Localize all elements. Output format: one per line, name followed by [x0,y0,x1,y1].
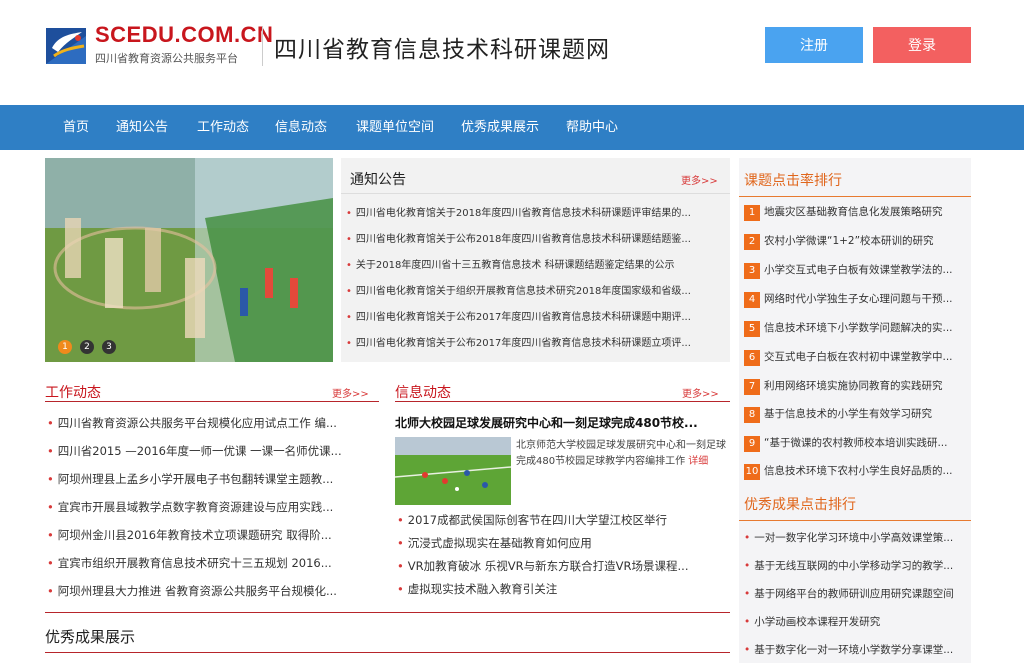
rank-item[interactable]: 6 交互式电子白板在农村初中课堂教学中... [744,349,969,366]
work-news-item[interactable]: • 宜宾市开展县域教学点数字教育资源建设与应用实践... [47,499,377,515]
nav-item-home[interactable]: 首页 [63,105,89,150]
work-news-more-link[interactable]: 更多>> [332,385,369,400]
nav-item-work-news[interactable]: 工作动态 [197,105,249,150]
notice-item[interactable]: • 四川省电化教育馆关于公布2018年度四川省教育信息技术科研课题结题鉴... [346,230,726,245]
info-news-item[interactable]: • 2017成都武侯国际创客节在四川大学望江校区举行 [397,512,727,528]
info-news-item[interactable]: • 沉浸式虚拟现实在基础教育如何应用 [397,535,727,551]
work-news-item[interactable]: • 宜宾市组织开展教育信息技术研究十三五规划 2016... [47,555,377,571]
banner-image [45,158,333,362]
carousel-dot-2[interactable]: 2 [80,340,94,354]
notice-title: 通知公告 [350,172,406,188]
achieve-rank-item[interactable]: • 基于网络平台的教师研训应用研究课题空间 [744,586,969,601]
info-detail-link[interactable]: 详细 [688,456,708,467]
rank-item[interactable]: 8 基于信息技术的小学生有效学习研究 [744,406,969,423]
login-button[interactable]: 登录 [873,27,971,63]
notice-more-link[interactable]: 更多>> [681,172,718,187]
notice-item[interactable]: • 四川省电化教育馆关于公布2017年度四川省教育信息技术科研课题立项评... [346,334,726,349]
achieve-rank-divider [739,520,971,521]
info-headline[interactable]: 北师大校园足球发展研究中心和一刻足球完成480节校... [395,414,727,431]
notice-item[interactable]: • 四川省电化教育馆关于2018年度四川省教育信息技术科研课题评审结果的... [346,204,726,219]
info-news-item[interactable]: • VR加教育破冰 乐视VR与新东方联合打造VR场景课程... [397,558,727,574]
nav-item-help[interactable]: 帮助中心 [566,105,618,150]
work-news-title: 工作动态 [45,385,101,401]
info-news-title: 信息动态 [395,385,451,401]
notice-panel: 通知公告 更多>> • 四川省电化教育馆关于2018年度四川省教育信息技术科研课题… [341,158,730,362]
site-title: 四川省教育信息技术科研课题网 [274,37,610,63]
rank-item[interactable]: 4 网络时代小学独生子女心理问题与干预... [744,291,969,308]
rank-item[interactable]: 9 “基于微课的农村教师校本培训实践研... [744,435,969,452]
notice-item[interactable]: • 四川省电化教育馆关于公布2017年度四川省教育信息技术科研课题中期评... [346,308,726,323]
rank-item[interactable]: 10 信息技术环境下农村小学生良好品质的... [744,463,969,480]
rank-item[interactable]: 1 地震灾区基础教育信息化发展策略研究 [744,204,969,221]
info-headline-image[interactable] [395,437,511,505]
sidebar: 课题点击率排行 1 地震灾区基础教育信息化发展策略研究 2 农村小学微课“1+2”校… [739,158,971,663]
rank-item[interactable]: 5 信息技术环境下小学数学问题解决的实... [744,320,969,337]
work-news-divider [45,401,379,402]
achieve-rank-title: 优秀成果点击排行 [744,497,856,513]
rank-divider [739,196,971,197]
nav-item-achievements[interactable]: 优秀成果展示 [461,105,539,150]
nav-item-notices[interactable]: 通知公告 [116,105,168,150]
achieve-rank-item[interactable]: • 基于无线互联网的中小学移动学习的教学... [744,558,969,573]
nav-item-unit-space[interactable]: 课题单位空间 [356,105,434,150]
info-news-divider [395,401,730,402]
notice-item[interactable]: • 四川省电化教育馆关于组织开展教育信息技术研究2018年度国家级和省级... [346,282,726,297]
nav-item-info-news[interactable]: 信息动态 [275,105,327,150]
achieve-rank-item[interactable]: • 小学动画校本课程开发研究 [744,614,969,629]
rank-item[interactable]: 7 利用网络环境实施协同教育的实践研究 [744,378,969,395]
logo-text-cn[interactable]: 四川省教育资源公共服务平台 [95,50,238,66]
logo-icon[interactable] [44,26,90,66]
info-news-item[interactable]: • 虚拟现实技术融入教育引关注 [397,581,727,597]
site-header: SCEDU.COM.CN 四川省教育资源公共服务平台 四川省教育信息技术科研课题… [0,0,1024,105]
rank-title: 课题点击率排行 [744,173,842,189]
achievements-divider [45,652,730,653]
banner-carousel[interactable] [45,158,333,362]
work-news-item[interactable]: • 四川省2015 —2016年度一师一优课 一课一名师优课... [47,443,377,459]
rank-item[interactable]: 2 农村小学微课“1+2”校本研训的研究 [744,233,969,250]
achieve-rank-item[interactable]: • 基于数字化一对一环境小学数学分享课堂... [744,642,969,657]
info-headline-summary: 北京师范大学校园足球发展研究中心和一刻足球完成480节校园足球教学内容编排工作 … [516,440,726,467]
achievements-title: 优秀成果展示 [45,628,136,646]
info-news-more-link[interactable]: 更多>> [682,385,719,400]
logo-divider [262,26,263,66]
carousel-dot-1[interactable]: 1 [58,340,72,354]
rank-item[interactable]: 3 小学交互式电子白板有效课堂教学法的... [744,262,969,279]
logo-text-en[interactable]: SCEDU.COM.CN [95,22,273,48]
register-button[interactable]: 注册 [765,27,863,63]
carousel-dot-3[interactable]: 3 [102,340,116,354]
achievements-top-divider [45,612,730,613]
main-nav: 首页 通知公告 工作动态 信息动态 课题单位空间 优秀成果展示 帮助中心 [0,105,1024,150]
work-news-item[interactable]: • 阿坝州理县上孟乡小学开展电子书包翻转课堂主题教... [47,471,377,487]
work-news-item[interactable]: • 阿坝州金川县2016年教育技术立项课题研究 取得阶... [47,527,377,543]
work-news-item[interactable]: • 四川省教育资源公共服务平台规模化应用试点工作 编... [47,415,377,431]
achieve-rank-item[interactable]: • 一对一数字化学习环境中小学高效课堂策... [744,530,969,545]
work-news-item[interactable]: • 阿坝州理县大力推进 省教育资源公共服务平台规模化... [47,583,377,599]
notice-header: 通知公告 更多>> [341,158,730,194]
notice-item[interactable]: • 关于2018年度四川省十三五教育信息技术 科研课题结题鉴定结果的公示 [346,256,726,271]
